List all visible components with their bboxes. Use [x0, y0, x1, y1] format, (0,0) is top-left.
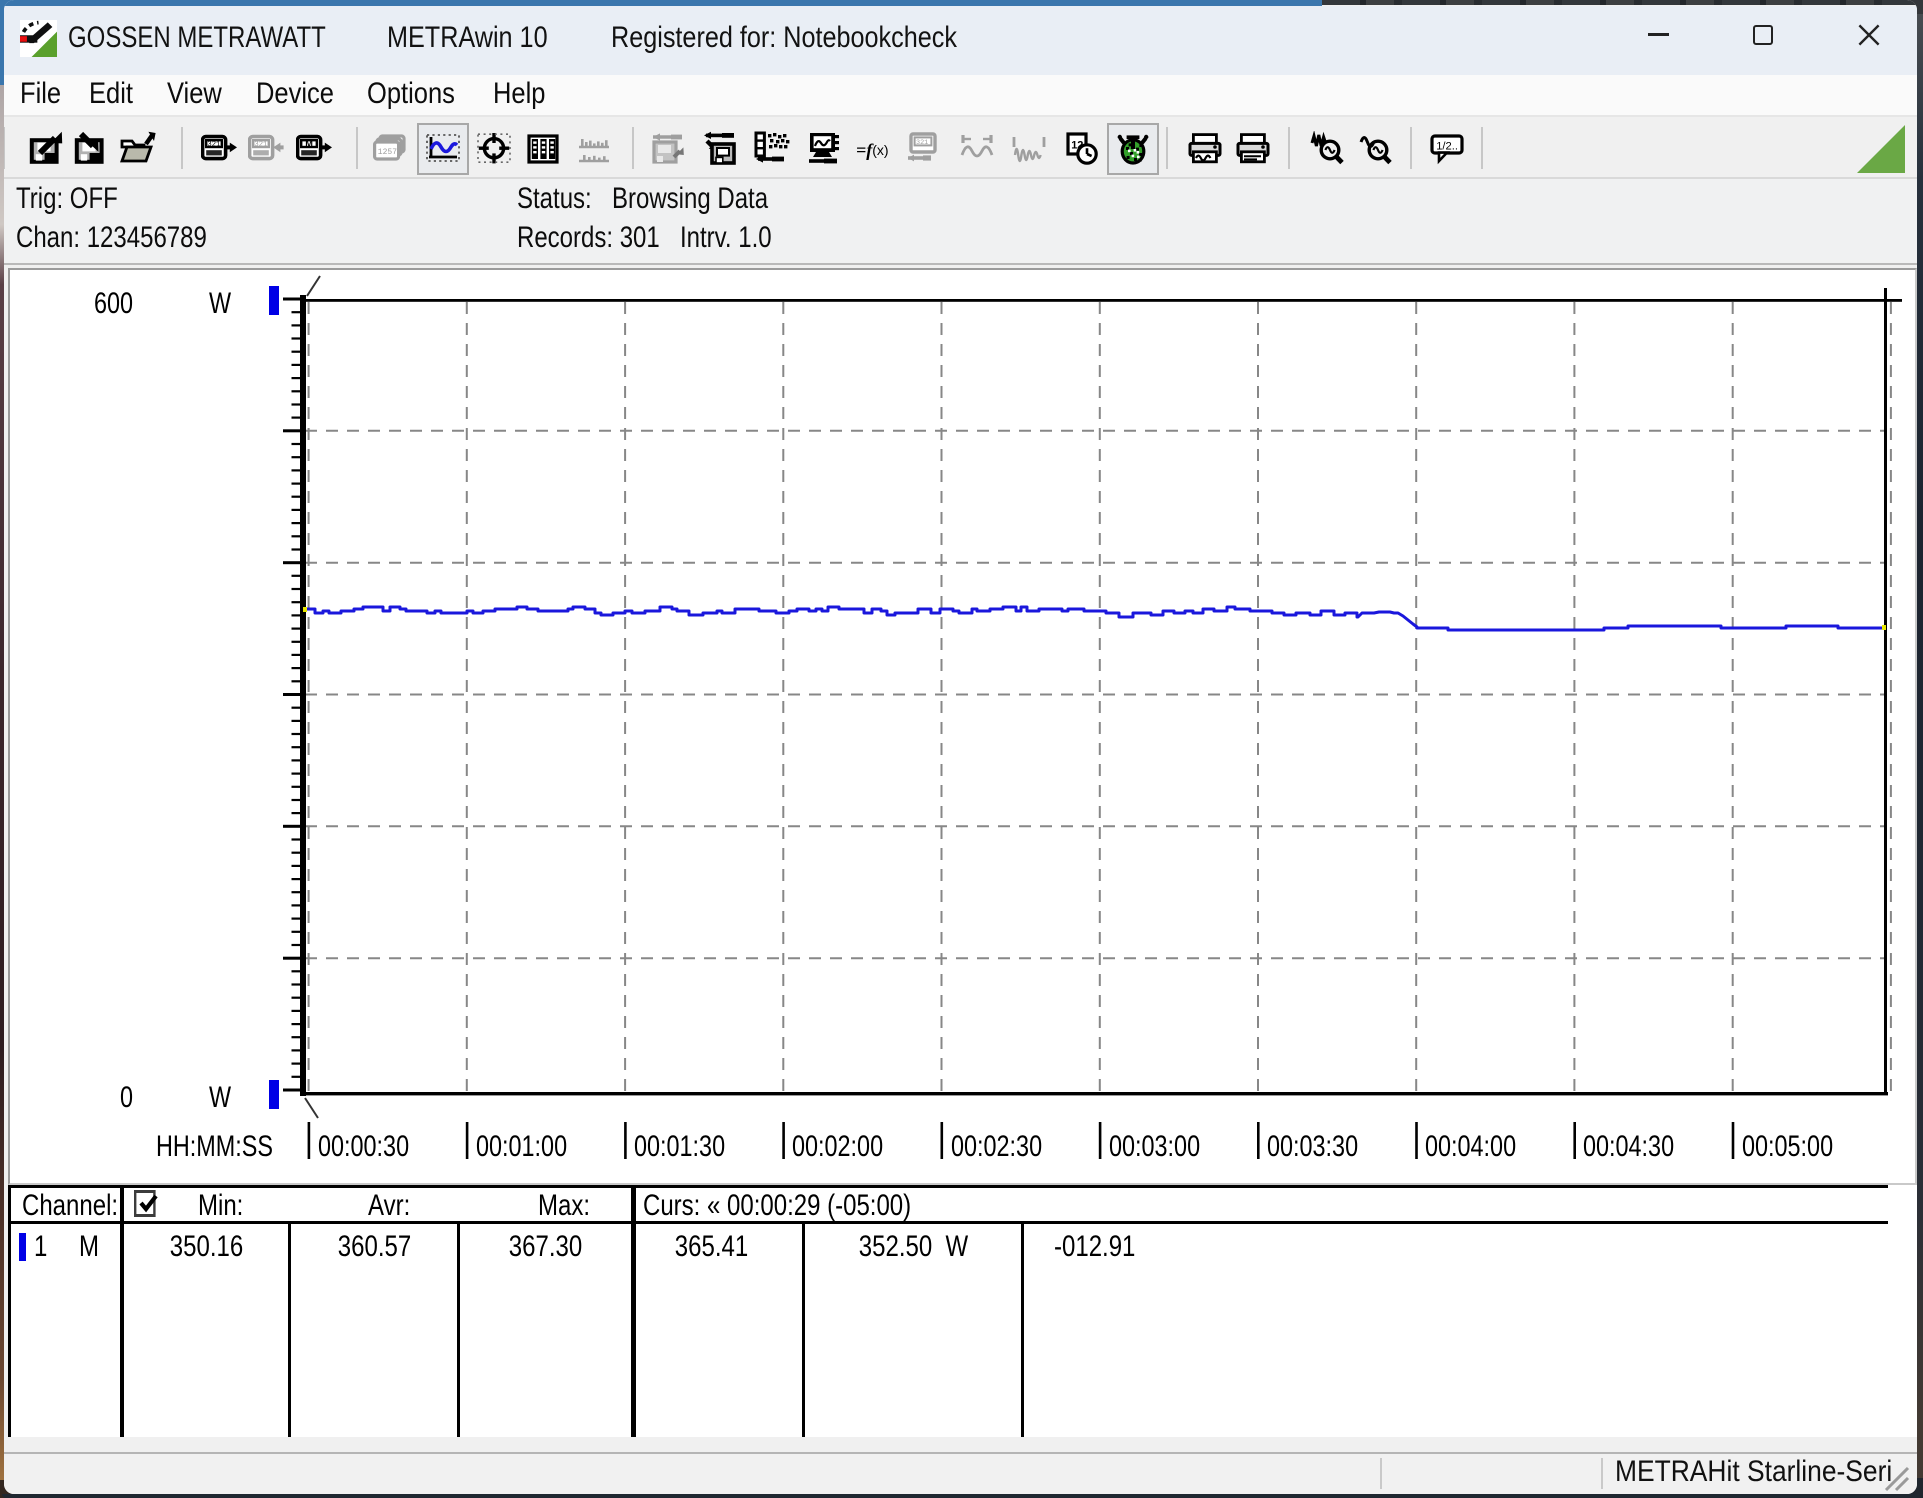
svg-text:321: 321 [254, 141, 267, 149]
svg-text:(x): (x) [872, 142, 888, 158]
svg-text:1257: 1257 [378, 148, 397, 157]
svg-text:M: M [305, 139, 313, 149]
svg-text:1/2..: 1/2.. [1436, 140, 1458, 152]
svg-text:321: 321 [916, 139, 928, 147]
svg-text:321: 321 [207, 141, 220, 149]
